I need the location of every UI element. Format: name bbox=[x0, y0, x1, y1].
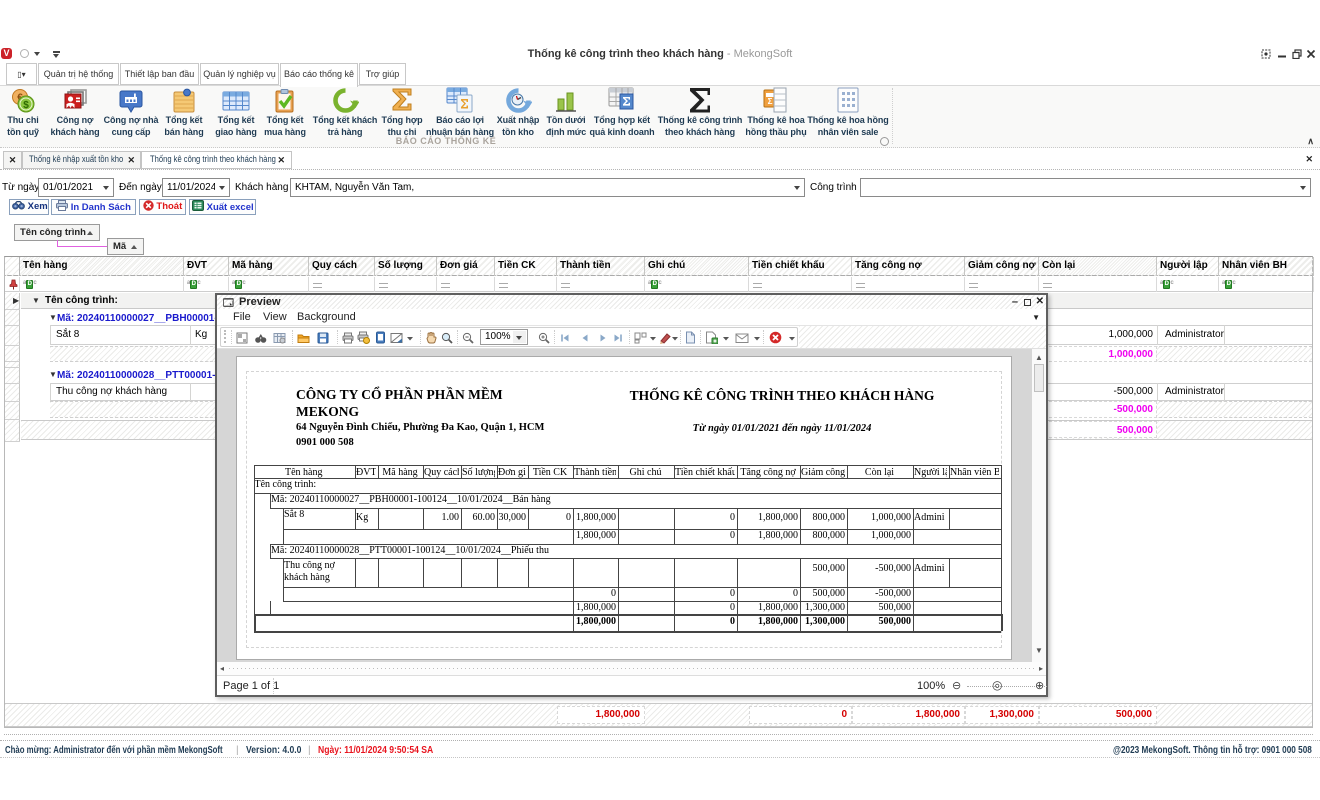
svg-text:Σ: Σ bbox=[768, 97, 773, 106]
svg-text:$: $ bbox=[23, 100, 29, 111]
